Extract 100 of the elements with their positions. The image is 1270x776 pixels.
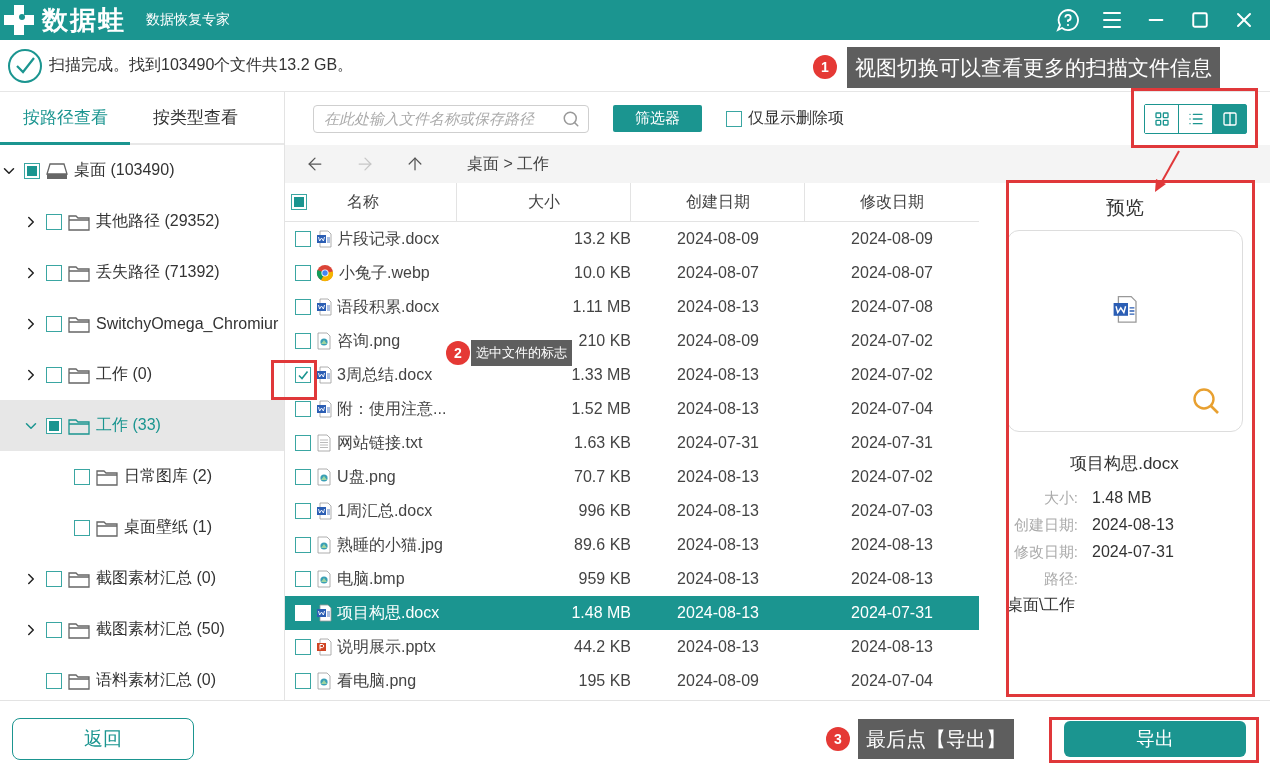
image-file-icon	[316, 332, 332, 350]
tree-item[interactable]: 丢失路径 (71392)	[0, 247, 284, 298]
filter-button[interactable]: 筛选器	[613, 105, 702, 132]
checkbox[interactable]	[24, 162, 40, 179]
file-name: 1周汇总.docx	[337, 500, 433, 521]
checkbox[interactable]	[726, 110, 742, 127]
tree-item[interactable]: 日常图库 (2)	[0, 451, 284, 502]
checkbox[interactable]	[295, 299, 311, 315]
column-header[interactable]: 名称	[347, 191, 379, 213]
checkbox[interactable]	[291, 194, 307, 210]
checkbox[interactable]	[295, 469, 311, 485]
detail-label: 修改日期:	[1012, 543, 1078, 562]
file-name: 熟睡的小猫.jpg	[337, 534, 443, 555]
word-file-icon	[316, 400, 332, 418]
checkbox[interactable]	[46, 672, 62, 689]
created-date: 2024-08-13	[677, 570, 759, 588]
column-header[interactable]: 大小	[527, 191, 560, 213]
tree-item[interactable]: 工作 (0)	[0, 349, 284, 400]
word-file-icon	[1111, 295, 1138, 324]
checkbox[interactable]	[295, 401, 311, 417]
created-date: 2024-08-13	[677, 638, 759, 656]
image-file-icon	[316, 468, 332, 486]
checkbox[interactable]	[295, 537, 311, 553]
file-size: 1.63 KB	[574, 434, 631, 452]
image-file-icon	[316, 672, 332, 690]
checkbox[interactable]	[74, 468, 90, 485]
created-date: 2024-08-09	[677, 230, 759, 248]
created-date: 2024-08-13	[677, 604, 759, 622]
checkbox[interactable]	[295, 367, 311, 383]
app-subtitle: 数据恢复专家	[146, 11, 230, 29]
checkbox[interactable]	[46, 570, 62, 587]
word-file-icon	[316, 604, 332, 622]
split-view-icon[interactable]	[1212, 104, 1246, 133]
view-tab[interactable]: 按路径查看	[0, 92, 130, 145]
checkbox[interactable]	[295, 571, 311, 587]
tree-item[interactable]: 截图素材汇总 (0)	[0, 553, 284, 604]
checkbox[interactable]	[295, 639, 311, 655]
file-name: 电脑.bmp	[337, 568, 405, 589]
detail-value: 1.48 MB	[1092, 489, 1153, 508]
file-size: 13.2 KB	[574, 230, 631, 248]
file-name: 咨询.png	[337, 330, 401, 351]
tree-item[interactable]: 桌面 (103490)	[0, 145, 284, 196]
zoom-icon[interactable]	[1191, 387, 1220, 415]
view-tab[interactable]: 按类型查看	[130, 92, 260, 145]
modified-date: 2024-08-13	[851, 638, 933, 656]
slides-file-icon	[316, 638, 332, 656]
column-header[interactable]: 修改日期	[860, 191, 924, 213]
selected-row[interactable]: 项目构思.docx 1.48 MB 2024-08-13 2024-07-31	[285, 596, 979, 630]
created-date: 2024-08-13	[677, 298, 759, 316]
back-button[interactable]: 返回	[12, 717, 194, 760]
detail-label: 路径:	[1042, 570, 1078, 589]
checkbox[interactable]	[46, 213, 62, 230]
tree-item[interactable]: 桌面壁纸 (1)	[0, 502, 284, 553]
highlight-frame	[271, 360, 317, 400]
file-size: 1.52 MB	[571, 400, 631, 418]
tree-item[interactable]: 截图素材汇总 (50)	[0, 604, 284, 655]
created-date: 2024-08-13	[677, 366, 759, 384]
search-icon	[562, 109, 580, 128]
checkbox[interactable]	[295, 435, 311, 451]
image-file-icon	[316, 536, 332, 554]
file-size: 1.48 MB	[571, 604, 631, 622]
created-date: 2024-08-09	[677, 672, 759, 690]
checkbox[interactable]	[295, 231, 311, 247]
checkbox[interactable]	[46, 366, 62, 383]
breadcrumb: 桌面 > 工作	[467, 153, 550, 174]
created-date: 2024-08-13	[677, 536, 759, 554]
help-icon[interactable]	[1056, 8, 1080, 32]
tree-item[interactable]: SwitchyOmega_Chromiur	[0, 298, 284, 349]
checkbox[interactable]	[46, 621, 62, 638]
folder-icon	[68, 671, 90, 690]
checkbox[interactable]	[46, 264, 62, 281]
column-header[interactable]: 创建日期	[685, 191, 750, 213]
checkbox[interactable]	[295, 333, 311, 349]
checkbox[interactable]	[46, 417, 62, 434]
checkbox[interactable]	[295, 265, 311, 281]
tree-item[interactable]: 其他路径 (29352)	[0, 196, 284, 247]
modified-date: 2024-08-13	[851, 570, 933, 588]
step-badge: 3	[826, 727, 850, 751]
created-date: 2024-08-13	[677, 400, 759, 418]
check-circle-icon	[7, 47, 43, 84]
step-badge: 2	[446, 341, 470, 365]
checkbox[interactable]	[295, 503, 311, 519]
folder-icon	[68, 314, 90, 333]
checkbox[interactable]	[46, 315, 62, 332]
modified-date: 2024-07-08	[851, 298, 933, 316]
created-date: 2024-08-09	[677, 332, 759, 350]
checkbox[interactable]	[295, 673, 311, 689]
file-name: 3周总结.docx	[337, 364, 433, 385]
word-file-icon	[316, 502, 332, 520]
path-value: 桌面\工作	[1006, 595, 1076, 615]
search-field[interactable]: 在此处输入文件名称或保存路径	[313, 104, 589, 133]
modified-date: 2024-07-04	[851, 400, 933, 418]
export-button[interactable]: 导出	[1064, 720, 1246, 757]
detail-label: 大小:	[1042, 489, 1078, 508]
checkbox[interactable]	[74, 519, 90, 536]
created-date: 2024-08-13	[677, 468, 759, 486]
tree-item[interactable]: 语料素材汇总 (0)	[0, 655, 284, 700]
word-file-icon	[316, 298, 332, 316]
annotation-callout: 选中文件的标志	[471, 340, 572, 366]
folder-icon	[68, 212, 90, 231]
